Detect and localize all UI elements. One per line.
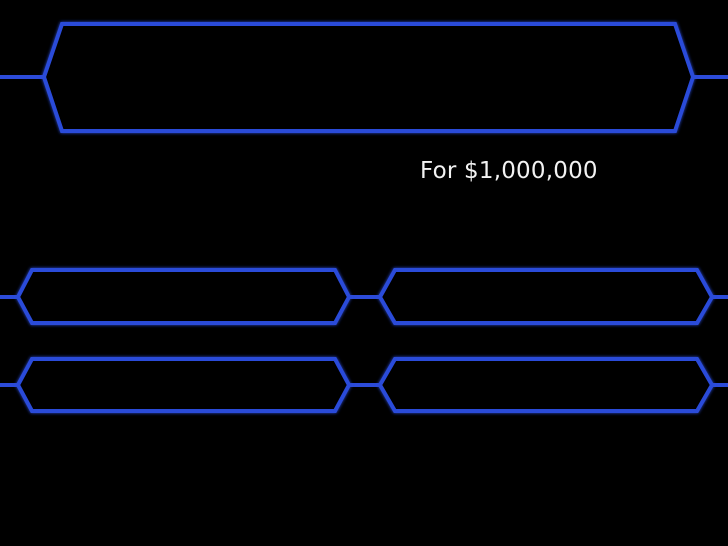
answer-panel-d[interactable] (377, 357, 715, 413)
answer-panel-b[interactable] (377, 268, 715, 325)
answer-panel-a[interactable] (15, 268, 352, 325)
game-board (0, 22, 728, 413)
answer-panel-c[interactable] (15, 357, 352, 413)
question-panel (41, 22, 696, 133)
prize-label: For $1,000,000 (420, 158, 598, 184)
